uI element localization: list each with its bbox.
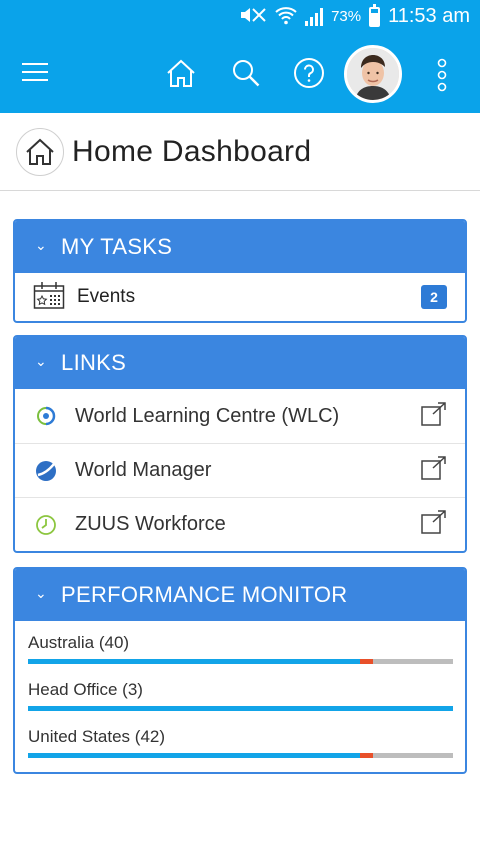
my-tasks-title: MY TASKS: [61, 234, 173, 259]
count-badge: 2: [421, 285, 447, 309]
performance-monitor-card: ⌄ PERFORMANCE MONITOR Australia (40) Hea…: [13, 567, 467, 774]
performance-label: United States (42): [28, 727, 166, 746]
performance-item[interactable]: Australia (40): [28, 633, 453, 664]
world-manager-logo-icon: [35, 460, 57, 482]
home-icon[interactable]: [16, 127, 64, 176]
performance-header[interactable]: ⌄ PERFORMANCE MONITOR: [15, 569, 465, 621]
performance-label: Head Office (3): [28, 680, 143, 699]
link-label: World Learning Centre (WLC): [75, 404, 340, 427]
search-icon[interactable]: [228, 55, 264, 91]
link-item-wlc[interactable]: World Learning Centre (WLC): [15, 389, 465, 443]
links-header[interactable]: ⌄ LINKS: [15, 337, 465, 389]
signal-icon: [305, 7, 324, 26]
progress-fill: [28, 659, 360, 664]
more-vertical-icon[interactable]: [428, 55, 456, 95]
link-item-zuus[interactable]: ZUUS Workforce: [15, 497, 465, 551]
progress-fill: [28, 706, 453, 711]
mute-icon: [239, 6, 267, 28]
app-bar: [0, 33, 480, 113]
task-row-events[interactable]: Events 2: [15, 273, 465, 321]
wlc-logo-icon: [35, 405, 57, 427]
battery-percent: 73%: [331, 8, 362, 25]
page-header: Home Dashboard: [0, 113, 480, 191]
progress-bar: [28, 659, 453, 664]
chevron-down-icon: ⌄: [35, 584, 48, 601]
progress-bar: [28, 753, 453, 758]
performance-item[interactable]: Head Office (3): [28, 680, 453, 711]
progress-marker: [360, 659, 373, 664]
links-card: ⌄ LINKS World Learning Centre (WLC) Worl…: [13, 335, 467, 553]
link-label: ZUUS Workforce: [75, 513, 226, 535]
performance-list: Australia (40) Head Office (3) United St…: [15, 621, 465, 772]
home-icon[interactable]: [163, 55, 199, 91]
external-link-icon[interactable]: [421, 510, 447, 539]
links-title: LINKS: [61, 350, 127, 375]
performance-title: PERFORMANCE MONITOR: [61, 582, 348, 607]
status-bar: 73% 11:53 am: [0, 0, 480, 33]
battery-icon: [369, 3, 381, 27]
hamburger-menu-icon[interactable]: [18, 55, 52, 89]
my-tasks-header[interactable]: ⌄ MY TASKS: [15, 221, 465, 273]
chevron-down-icon: ⌄: [35, 236, 48, 253]
clock: 11:53 am: [388, 5, 470, 27]
chevron-down-icon: ⌄: [35, 352, 48, 369]
my-tasks-card: ⌄ MY TASKS Events 2: [13, 219, 467, 323]
page-title: Home Dashboard: [72, 134, 312, 168]
help-icon[interactable]: [291, 55, 327, 91]
calendar-icon: [33, 280, 65, 315]
performance-item[interactable]: United States (42): [28, 727, 453, 758]
performance-label: Australia (40): [28, 633, 130, 652]
external-link-icon[interactable]: [421, 401, 447, 431]
avatar[interactable]: [344, 45, 402, 103]
external-link-icon[interactable]: [421, 456, 447, 485]
wifi-icon: [275, 5, 297, 29]
progress-bar: [28, 706, 453, 711]
zuus-clock-icon: [35, 514, 57, 536]
progress-fill: [28, 753, 360, 758]
link-label: World Manager: [75, 459, 212, 481]
progress-marker: [360, 753, 373, 758]
task-label: Events: [77, 286, 136, 307]
link-item-world-manager[interactable]: World Manager: [15, 443, 465, 497]
